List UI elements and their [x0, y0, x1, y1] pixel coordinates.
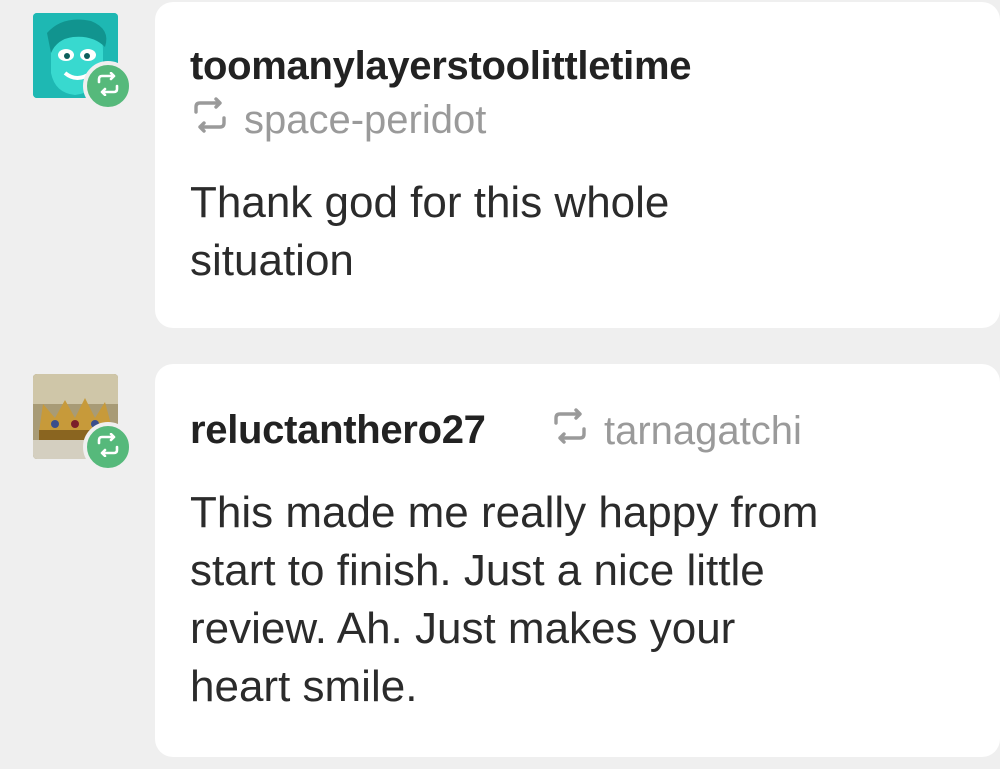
username-link[interactable]: reluctanthero27: [190, 408, 486, 453]
reblog-source-name: tarnagatchi: [604, 408, 802, 453]
avatar[interactable]: [33, 13, 133, 111]
reblog-icon: [190, 97, 244, 143]
reblog-icon: [95, 432, 121, 462]
note-card: toomanylayerstoolittletime space-peridot…: [155, 2, 1000, 328]
username-link[interactable]: toomanylayerstoolittletime: [190, 44, 692, 89]
reblog-icon: [95, 71, 121, 101]
reblog-badge: [83, 422, 133, 472]
note-card: reluctanthero27 tarnagatchi This made me…: [155, 364, 1000, 757]
reblog-badge: [83, 61, 133, 111]
notes-feed: toomanylayerstoolittletime space-peridot…: [0, 0, 1000, 769]
reblog-icon: [550, 408, 604, 454]
reblog-source-name: space-peridot: [244, 97, 487, 142]
avatar[interactable]: [33, 374, 133, 472]
reblog-source[interactable]: space-peridot: [190, 97, 486, 143]
note-text: Thank god for this whole situation: [190, 178, 670, 285]
reblog-source[interactable]: tarnagatchi: [550, 408, 802, 454]
note-text: This made me really happy from start to …: [190, 488, 819, 711]
